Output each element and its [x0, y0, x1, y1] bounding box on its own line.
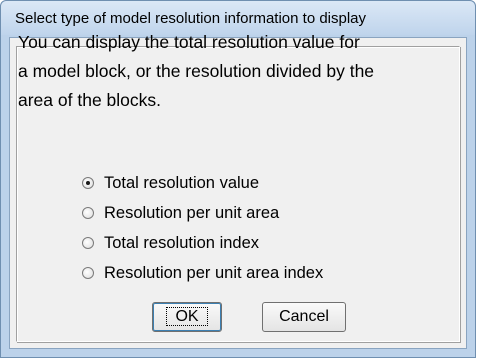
description-line-2: a model block, or the resolution divided… [18, 61, 375, 81]
radio-button[interactable] [82, 267, 94, 279]
radio-label[interactable]: Total resolution value [104, 174, 259, 193]
radio-label[interactable]: Total resolution index [104, 234, 259, 253]
cancel-button-label: Cancel [279, 308, 329, 325]
description-text: You can display the total resolution val… [18, 28, 448, 115]
radio-button-checked[interactable] [82, 177, 94, 189]
window-title: Select type of model resolution informat… [15, 10, 367, 27]
radio-button[interactable] [82, 207, 94, 219]
description-line-1: You can display the total resolution val… [18, 32, 360, 52]
radio-label[interactable]: Resolution per unit area index [104, 264, 323, 283]
radio-label[interactable]: Resolution per unit area [104, 204, 279, 223]
ok-button[interactable]: OK [152, 302, 222, 332]
description-line-3: area of the blocks. [18, 90, 161, 110]
radio-button[interactable] [82, 237, 94, 249]
ok-button-label: OK [166, 307, 208, 326]
cancel-button[interactable]: Cancel [262, 302, 346, 332]
